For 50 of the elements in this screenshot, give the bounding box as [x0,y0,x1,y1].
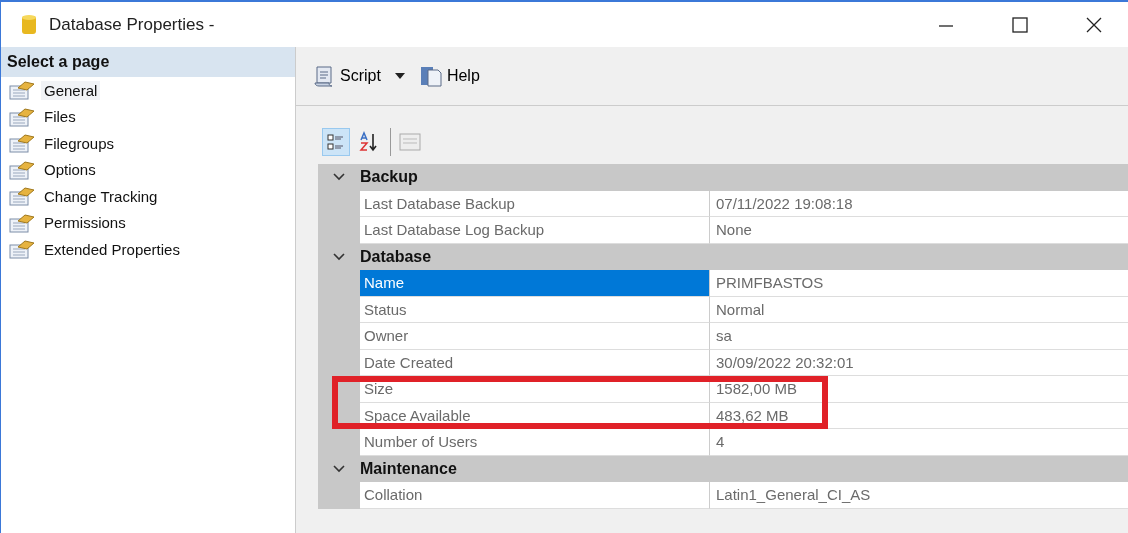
collapse-chevron-icon[interactable] [333,173,345,182]
page-icon [9,106,35,127]
property-name[interactable]: Last Database Backup [360,190,710,217]
page-icon [9,80,35,101]
category-header: Backup [360,168,418,187]
sidebar-item[interactable]: Options [41,160,99,180]
property-name[interactable]: Name [360,270,710,297]
property-value: 30/09/2022 20:32:01 [710,349,1128,376]
collapse-chevron-icon[interactable] [333,464,345,473]
property-value: Normal [710,296,1128,323]
property-name[interactable]: Last Database Log Backup [360,217,710,244]
script-button[interactable]: Script [310,62,383,90]
help-button[interactable]: Help [416,62,482,90]
property-name[interactable]: Number of Users [360,429,710,456]
categorized-list-icon [326,132,346,152]
property-value: 1582,00 MB [710,376,1128,403]
sort-az-icon [358,131,378,153]
page-icon [9,159,35,180]
property-value: Latin1_General_CI_AS [710,482,1128,509]
sidebar-item[interactable]: Permissions [41,213,129,233]
page-icon [9,212,35,233]
sidebar-item[interactable]: Files [41,107,79,127]
collapse-chevron-icon[interactable] [333,252,345,261]
property-name[interactable]: Date Created [360,349,710,376]
page-icon [9,239,35,260]
window-title: Database Properties - [49,14,215,35]
property-value: None [710,217,1128,244]
sidebar-item[interactable]: Change Tracking [41,186,161,206]
database-icon [21,13,37,36]
property-name[interactable]: Collation [360,482,710,509]
category-header: Maintenance [360,459,457,478]
help-book-icon [418,64,443,88]
categorized-view-button[interactable] [322,128,350,156]
property-value: 4 [710,429,1128,456]
page-icon [9,186,35,207]
dropdown-caret-icon[interactable] [394,73,405,79]
category-header: Database [360,247,432,266]
sidebar-heading: Select a page [1,47,295,77]
maximize-icon[interactable] [1012,16,1028,33]
sidebar-item[interactable]: General [41,80,101,100]
property-name[interactable]: Status [360,296,710,323]
property-value: sa [710,323,1128,350]
property-value: 07/11/2022 19:08:18 [710,190,1128,217]
property-name[interactable]: Owner [360,323,710,350]
property-value: 483,62 MB [710,402,1128,429]
sidebar-item[interactable]: Extended Properties [41,239,183,259]
property-value: PRIMFBASTOS [710,270,1128,297]
sidebar-item[interactable]: Filegroups [41,133,118,153]
close-icon[interactable] [1086,16,1102,33]
page-icon [9,133,35,154]
